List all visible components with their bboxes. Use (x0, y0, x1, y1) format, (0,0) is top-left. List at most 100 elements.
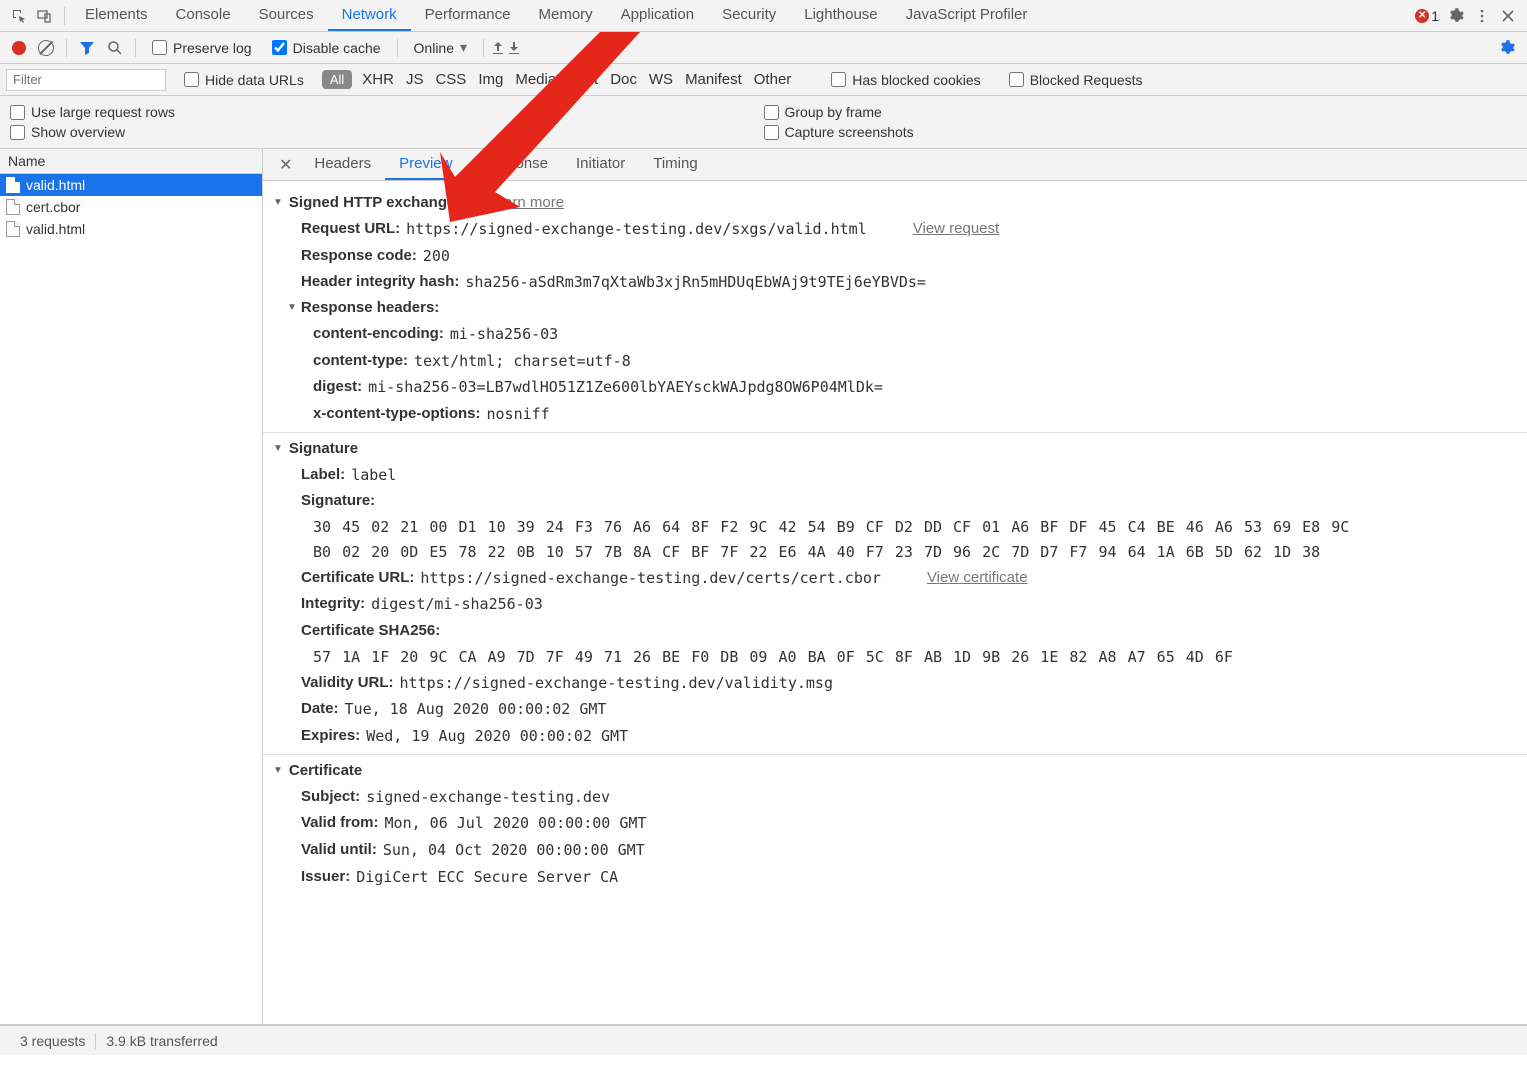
hide-data-urls-checkbox[interactable]: Hide data URLs (184, 72, 304, 88)
issuer-value: DigiCert ECC Secure Server CA (356, 865, 618, 890)
sxg-header[interactable]: ▼ Signed HTTP exchange Learn more (273, 191, 1517, 216)
request-url-key: Request URL: (301, 217, 400, 242)
device-toggle-icon[interactable] (36, 7, 54, 25)
record-button[interactable] (12, 41, 26, 55)
tab-javascript-profiler[interactable]: JavaScript Profiler (892, 0, 1042, 31)
triangle-down-icon: ▼ (287, 300, 297, 317)
triangle-down-icon: ▼ (273, 195, 283, 212)
blocked-requests-checkbox[interactable]: Blocked Requests (1009, 72, 1143, 88)
filter-doc[interactable]: Doc (610, 71, 637, 88)
certificate-title: Certificate (289, 759, 362, 784)
status-bar: 3 requests 3.9 kB transferred (0, 1025, 1527, 1055)
close-devtools-icon[interactable] (1499, 7, 1517, 25)
network-options: Use large request rows Group by frame Sh… (0, 96, 1527, 149)
tab-application[interactable]: Application (607, 0, 708, 31)
disable-cache-checkbox[interactable]: Disable cache (272, 40, 381, 56)
certificate-header[interactable]: ▼ Certificate (273, 759, 1517, 784)
valid-until-key: Valid until: (301, 838, 377, 863)
request-name: valid.html (26, 221, 85, 237)
capture-screenshots-checkbox[interactable]: Capture screenshots (764, 124, 1518, 140)
divider (135, 39, 136, 57)
throttling-select[interactable]: Online ▾ (414, 39, 468, 56)
main-tabs: ElementsConsoleSourcesNetworkPerformance… (71, 0, 1415, 31)
request-row[interactable]: cert.cbor (0, 196, 262, 218)
inspect-icon[interactable] (10, 7, 28, 25)
error-icon: ✕ (1415, 9, 1429, 23)
tab-elements[interactable]: Elements (71, 0, 162, 31)
request-list: valid.htmlcert.cborvalid.html (0, 174, 262, 1024)
tab-network[interactable]: Network (328, 0, 411, 31)
filter-media[interactable]: Media (515, 71, 556, 88)
detail-tab-initiator[interactable]: Initiator (562, 149, 639, 180)
valid-from-value: Mon, 06 Jul 2020 00:00:00 GMT (385, 811, 647, 836)
view-request-link[interactable]: View request (913, 217, 999, 242)
search-icon[interactable] (107, 40, 123, 56)
response-headers-toggle[interactable]: ▼ Response headers: (273, 296, 1517, 321)
tab-performance[interactable]: Performance (411, 0, 525, 31)
filter-all[interactable]: All (322, 70, 352, 89)
large-rows-checkbox[interactable]: Use large request rows (10, 104, 764, 120)
filter-bar: Hide data URLs All XHR JS CSS Img Media Font D… (0, 64, 1527, 96)
disable-cache-label: Disable cache (293, 40, 381, 56)
header-key: digest: (313, 375, 362, 400)
network-settings-icon[interactable] (1499, 40, 1515, 56)
detail-tab-response[interactable]: Response (466, 149, 562, 180)
clear-button[interactable] (38, 40, 54, 56)
upload-icon[interactable] (490, 40, 506, 56)
settings-gear-icon[interactable] (1447, 7, 1465, 25)
close-detail-icon[interactable]: ✕ (271, 155, 300, 175)
header-value: mi-sha256-03=LB7wdlHO51Z1Ze600lbYAEYsckW… (368, 375, 883, 400)
section-sxg: ▼ Signed HTTP exchange Learn more Reques… (263, 187, 1527, 433)
group-frame-checkbox[interactable]: Group by frame (764, 104, 1518, 120)
error-count-text: 1 (1431, 8, 1439, 24)
filter-img[interactable]: Img (478, 71, 503, 88)
detail-tab-timing[interactable]: Timing (639, 149, 711, 180)
issuer-key: Issuer: (301, 865, 350, 890)
show-overview-checkbox[interactable]: Show overview (10, 124, 764, 140)
tab-memory[interactable]: Memory (525, 0, 607, 31)
signature-header[interactable]: ▼ Signature (273, 437, 1517, 462)
error-count[interactable]: ✕ 1 (1415, 8, 1439, 24)
preserve-log-checkbox[interactable]: Preserve log (152, 40, 252, 56)
name-column-header[interactable]: Name (0, 149, 262, 174)
kebab-menu-icon[interactable] (1473, 7, 1491, 25)
filter-xhr[interactable]: XHR (362, 71, 394, 88)
header-key: content-encoding: (313, 322, 444, 347)
blocked-requests-label: Blocked Requests (1030, 72, 1143, 88)
header-value: mi-sha256-03 (450, 322, 558, 347)
status-requests: 3 requests (10, 1033, 96, 1049)
triangle-down-icon: ▼ (273, 441, 283, 458)
has-blocked-cookies-checkbox[interactable]: Has blocked cookies (831, 72, 980, 88)
filter-js[interactable]: JS (406, 71, 424, 88)
learn-more-link[interactable]: Learn more (487, 191, 564, 216)
section-certificate: ▼ Certificate Subject:signed-exchange-te… (263, 755, 1527, 895)
validity-url-value: https://signed-exchange-testing.dev/vali… (400, 671, 833, 696)
download-icon[interactable] (506, 40, 522, 56)
response-headers-label: Response headers: (301, 296, 439, 321)
header-key: content-type: (313, 349, 408, 374)
date-key: Date: (301, 697, 339, 722)
tab-sources[interactable]: Sources (245, 0, 328, 31)
tab-lighthouse[interactable]: Lighthouse (790, 0, 891, 31)
request-row[interactable]: valid.html (0, 218, 262, 240)
has-blocked-label: Has blocked cookies (852, 72, 980, 88)
filter-other[interactable]: Other (754, 71, 792, 88)
filter-manifest[interactable]: Manifest (685, 71, 742, 88)
filter-input[interactable] (6, 69, 166, 91)
tab-console[interactable]: Console (162, 0, 245, 31)
detail-tab-preview[interactable]: Preview (385, 149, 466, 180)
filter-icon[interactable] (79, 40, 95, 56)
filter-ws[interactable]: WS (649, 71, 673, 88)
filter-font[interactable]: Font (568, 71, 598, 88)
response-header-row: digest:mi-sha256-03=LB7wdlHO51Z1Ze600lbY… (273, 374, 1517, 401)
kv-header-integrity: Header integrity hash: sha256-aSdRm3m7qX… (273, 269, 1517, 296)
detail-tabs: ✕ HeadersPreviewResponseInitiatorTiming (263, 149, 1527, 181)
view-certificate-link[interactable]: View certificate (927, 566, 1028, 591)
request-row[interactable]: valid.html (0, 174, 262, 196)
sig-label-key: Label: (301, 463, 345, 488)
group-frame-label: Group by frame (785, 104, 882, 120)
filter-css[interactable]: CSS (435, 71, 466, 88)
detail-tab-headers[interactable]: Headers (300, 149, 385, 180)
resource-type-filters: All XHR JS CSS Img Media Font Doc WS Manifest Oth… (322, 70, 803, 89)
tab-security[interactable]: Security (708, 0, 790, 31)
